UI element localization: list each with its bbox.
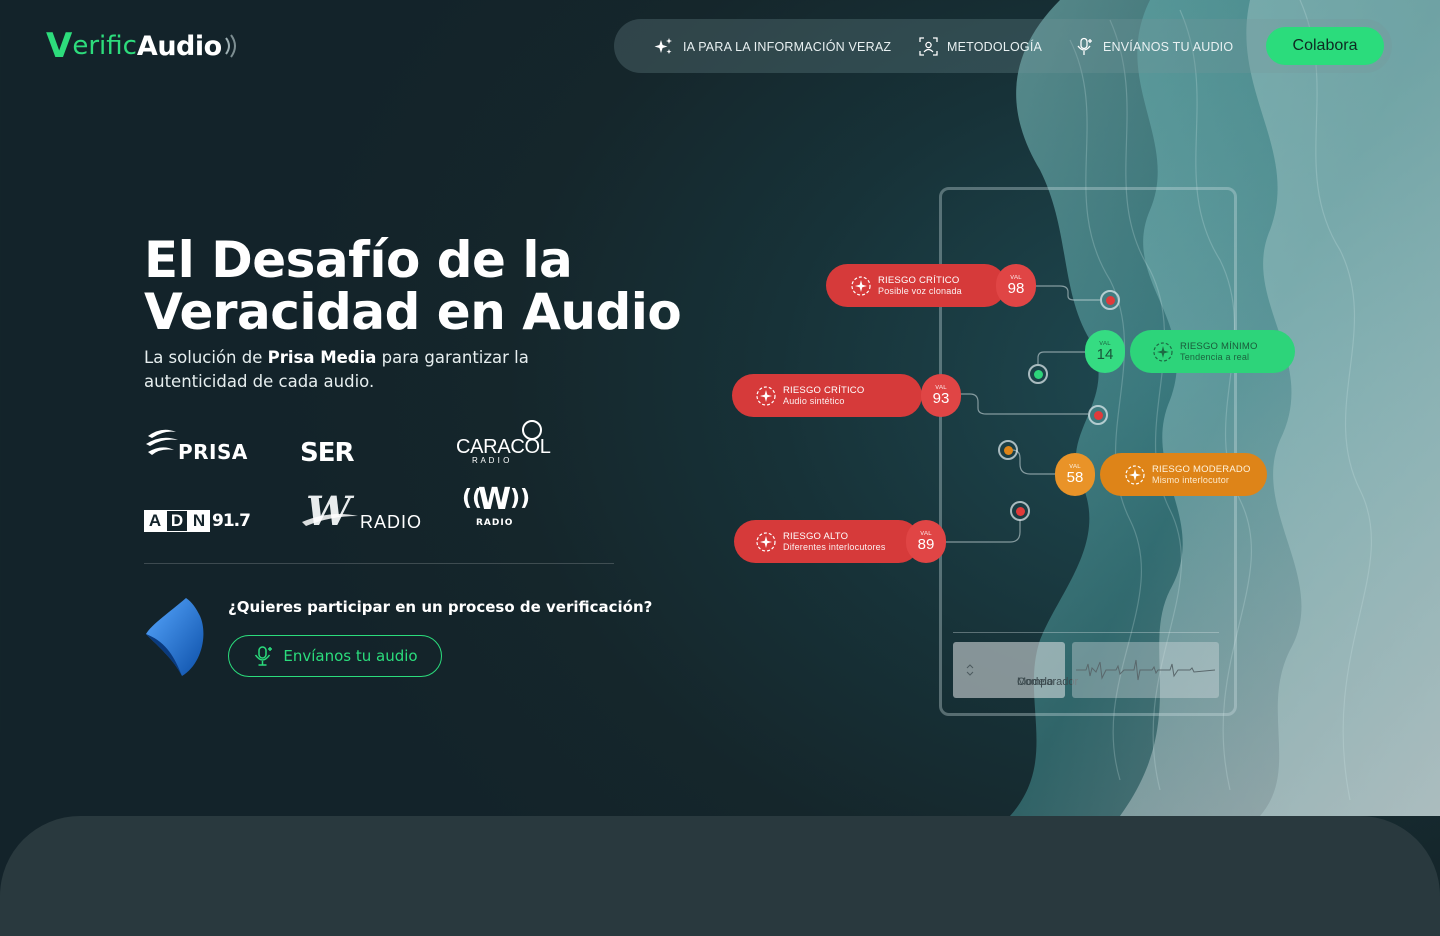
nav-item-envianos[interactable]: ENVÍANOS TU AUDIO (1075, 37, 1233, 56)
hero-title-line2: Veracidad en Audio (144, 283, 682, 341)
adn-letter-d: D (166, 510, 188, 532)
decorative-blue-shape-icon (146, 598, 204, 676)
send-audio-button[interactable]: Envíanos tu audio (228, 635, 442, 677)
risk-title: RIESGO CRÍTICO (783, 384, 865, 396)
nav-item-label: IA PARA LA INFORMACIÓN VERAZ (683, 39, 892, 54)
risk-title: RIESGO CRÍTICO (878, 274, 960, 286)
section-divider (144, 563, 614, 564)
risk-card-moderate[interactable]: RIESGO MODERADO Mismo interlocutor (1100, 453, 1267, 496)
microphone-plus-icon (255, 646, 273, 666)
risk-card-critical-synthetic[interactable]: RIESGO CRÍTICO Audio sintético (732, 374, 922, 417)
val-label: VAL (1010, 274, 1022, 281)
nav-item-metodologia[interactable]: METODOLOGÍA (919, 37, 1042, 56)
chevron-updown-icon (966, 664, 974, 676)
w-radio-alt-waves-right-icon: )) (510, 486, 531, 511)
risk-subtitle: Posible voz clonada (878, 285, 962, 296)
risk-card-minimal[interactable]: RIESGO MÍNIMO Tendencia a real (1130, 330, 1295, 373)
adn-letter-n: N (188, 510, 210, 532)
hero-title: El Desafío de la Veracidad en Audio (144, 234, 704, 338)
w-radio-alt-logo[interactable]: (( W )) RADIO (462, 482, 532, 532)
sound-waves-icon (224, 34, 236, 58)
sparkles-icon (654, 38, 672, 54)
risk-value-badge: VAL 93 (921, 374, 961, 417)
verificaudio-logo[interactable]: Verific Audio (46, 26, 241, 66)
marker-dot-high[interactable] (1010, 501, 1030, 521)
hero-subtitle-pre: La solución de (144, 348, 268, 367)
caracol-ring-icon (522, 420, 542, 440)
sparkle-badge-icon (756, 385, 776, 406)
adn-letter-a: A (144, 510, 166, 532)
model-selector[interactable]: Modelo Comparador (953, 642, 1078, 698)
val-label: VAL (1099, 340, 1111, 347)
nav-item-label: METODOLOGÍA (947, 39, 1043, 54)
nav-item-ia[interactable]: IA PARA LA INFORMACIÓN VERAZ (653, 37, 891, 56)
microphone-plus-icon (1077, 37, 1092, 55)
waveform-icon (1076, 659, 1216, 681)
risk-title: RIESGO MODERADO (1152, 463, 1251, 475)
marker-dot-critical[interactable] (1088, 405, 1108, 425)
val-label: VAL (935, 384, 947, 391)
logo-erific-text: erific (72, 31, 137, 61)
marker-dot-minimal[interactable] (1028, 364, 1048, 384)
next-section-card (0, 816, 1440, 936)
sparkle-badge-icon (756, 531, 776, 552)
risk-title: RIESGO ALTO (783, 530, 849, 542)
prisa-swirl-icon (146, 429, 178, 455)
top-navigation: IA PARA LA INFORMACIÓN VERAZ METODOLOGÍA… (614, 19, 1392, 73)
risk-value-badge: VAL 98 (996, 264, 1036, 307)
colabora-button[interactable]: Colabora (1266, 27, 1384, 65)
model-selector-line2: Comparador (1017, 676, 1079, 688)
risk-value-badge: VAL 58 (1055, 453, 1095, 496)
risk-card-high[interactable]: RIESGO ALTO Diferentes interlocutores (734, 520, 920, 563)
w-radio-logo[interactable]: W RADIO (300, 488, 432, 535)
w-radio-alt-wordmark: RADIO (476, 518, 514, 528)
participate-question: ¿Quieres participar en un proceso de ver… (228, 598, 653, 616)
w-radio-alt-w-mark: W (478, 482, 512, 517)
val-number: 93 (932, 389, 950, 407)
prisa-wordmark: PRISA (178, 440, 248, 464)
sparkle-badge-icon (1125, 464, 1145, 485)
val-number: 98 (1007, 279, 1025, 297)
nav-item-label: ENVÍANOS TU AUDIO (1103, 39, 1234, 54)
brand-logos: PRISA SER CARACOL R A D I O A D N 91.7 W… (144, 420, 614, 536)
hero-title-line1: El Desafío de la (144, 231, 573, 289)
risk-subtitle: Tendencia a real (1180, 351, 1250, 362)
caracol-radio-logo[interactable]: CARACOL R A D I O (456, 420, 556, 466)
ser-logo[interactable]: SER (300, 438, 355, 468)
val-number: 89 (917, 535, 935, 553)
waveform-preview (1072, 642, 1219, 698)
risk-title: RIESGO MÍNIMO (1180, 340, 1258, 352)
risk-card-critical-cloned[interactable]: RIESGO CRÍTICO Posible voz clonada (826, 264, 1006, 307)
val-label: VAL (1069, 463, 1081, 470)
risk-subtitle: Mismo interlocutor (1152, 474, 1230, 485)
risk-value-badge: VAL 14 (1085, 330, 1125, 373)
ser-wordmark: SER (300, 438, 355, 468)
hero-subtitle-brand: Prisa Media (267, 348, 377, 367)
panel-divider (953, 632, 1219, 633)
marker-dot-moderate[interactable] (998, 440, 1018, 460)
risk-subtitle: Audio sintético (783, 395, 845, 406)
sparkle-badge-icon (1153, 341, 1173, 362)
hero-subtitle: La solución de Prisa Media para garantiz… (144, 346, 564, 394)
val-number: 58 (1066, 468, 1084, 486)
caracol-radio-sub: R A D I O (472, 456, 510, 465)
risk-value-badge: VAL 89 (906, 520, 946, 563)
w-radio-swoosh-icon (302, 514, 358, 526)
sparkle-badge-icon (851, 275, 871, 296)
marker-dot-critical[interactable] (1100, 290, 1120, 310)
face-scan-icon (919, 37, 938, 56)
val-label: VAL (920, 530, 932, 537)
adn-logo[interactable]: A D N 91.7 (144, 510, 251, 532)
w-radio-wordmark: RADIO (360, 512, 423, 532)
risk-subtitle: Diferentes interlocutores (783, 541, 886, 552)
logo-audio-text: Audio (136, 30, 222, 62)
logo-check-v: V (46, 26, 73, 66)
send-audio-label: Envíanos tu audio (283, 647, 418, 665)
val-number: 14 (1096, 345, 1114, 363)
adn-frequency: 91.7 (212, 511, 251, 531)
